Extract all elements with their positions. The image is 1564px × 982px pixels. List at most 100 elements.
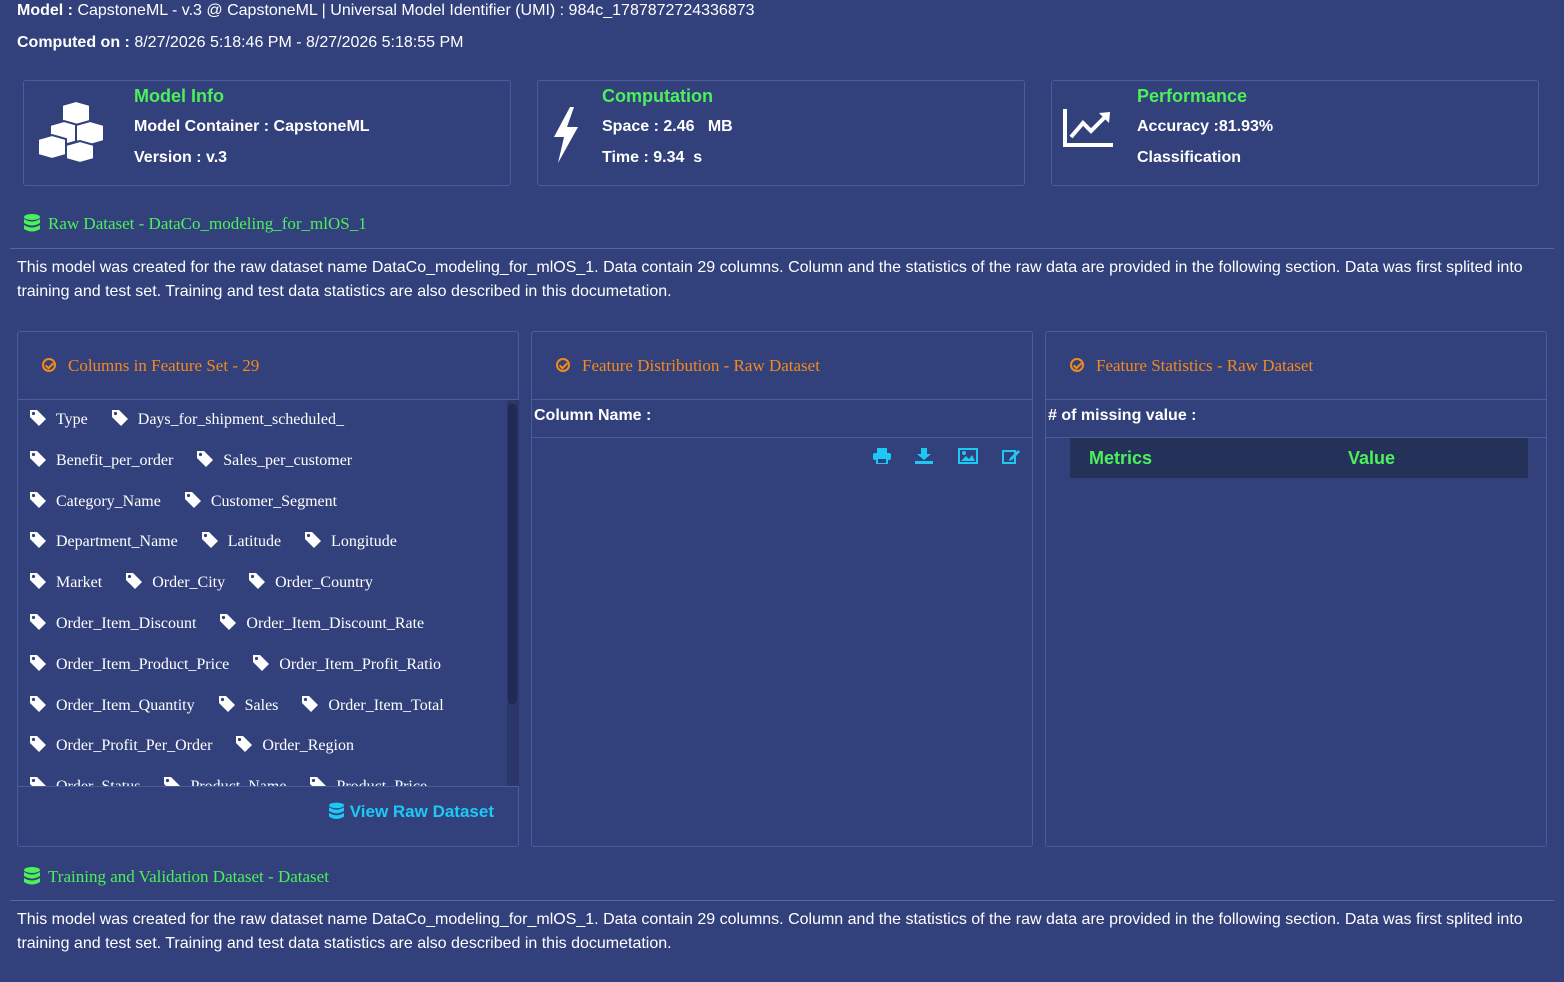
cubes-icon xyxy=(37,101,105,165)
feature-tag[interactable]: Order_Status xyxy=(30,777,140,786)
line-chart-icon xyxy=(1063,109,1113,147)
distribution-panel-header: Feature Distribution - Raw Dataset xyxy=(532,332,1032,400)
statistics-panel-title: Feature Statistics - Raw Dataset xyxy=(1096,356,1314,375)
tag-icon xyxy=(30,573,56,591)
feature-tag[interactable]: Order_Item_Product_Price xyxy=(30,654,230,674)
feature-tag[interactable]: Department_Name xyxy=(30,532,178,551)
tag-icon xyxy=(30,614,56,632)
feature-tag-label: Order_Item_Product_Price xyxy=(56,655,230,673)
feature-tag[interactable]: Product_Price xyxy=(310,777,427,786)
feature-tag[interactable]: Benefit_per_order xyxy=(30,450,173,470)
edit-icon[interactable] xyxy=(1002,448,1020,469)
distribution-panel: Feature Distribution - Raw Dataset Colum… xyxy=(531,331,1033,847)
feature-tag-label: Order_Status xyxy=(56,778,140,786)
tag-row: Order_Item_Discount Order_Item_Discount_R… xyxy=(30,614,448,633)
feature-tag-label: Market xyxy=(56,574,103,592)
value-column-header: Value xyxy=(1348,448,1396,468)
training-dataset-description: This model was created for the raw datas… xyxy=(17,911,1523,952)
feature-tag-label: Category_Name xyxy=(56,492,161,510)
feature-tag[interactable]: Category_Name xyxy=(30,491,161,511)
view-raw-dataset-button[interactable]: View Raw Dataset xyxy=(328,802,494,822)
tag-icon xyxy=(30,777,56,786)
feature-tag[interactable]: Order_Item_Profit_Ratio xyxy=(253,654,442,674)
feature-tag-label: Days_for_shipment_scheduled_ xyxy=(137,411,344,428)
feature-tag[interactable]: Order_Item_Quantity xyxy=(30,695,195,715)
training-dataset-title-text: Training and Validation Dataset - Datase… xyxy=(48,867,329,886)
feature-tag[interactable]: Latitude xyxy=(201,532,282,551)
feature-tag-label: Product_Price xyxy=(336,778,427,786)
tag-icon xyxy=(30,654,56,673)
tag-icon xyxy=(111,410,138,428)
tag-icon xyxy=(30,491,56,510)
model-info-title: Model Info xyxy=(134,86,224,106)
tag-icon xyxy=(30,532,56,550)
feature-tag-label: Order_Item_Profit_Ratio xyxy=(279,655,442,673)
scrollbar-thumb[interactable] xyxy=(508,404,517,704)
feature-tag[interactable]: Customer_Segment xyxy=(184,491,338,511)
tag-icon xyxy=(302,695,328,714)
feature-tag-label: Order_Region xyxy=(262,737,354,755)
version-text: Version : v.3 xyxy=(134,149,228,166)
feature-tag[interactable]: Longitude xyxy=(305,532,397,551)
task-type-text: Classification xyxy=(1137,149,1242,166)
tag-row: Order_Item_Quantity Sales Order_Item_Total xyxy=(30,695,468,715)
tag-icon xyxy=(30,450,56,469)
feature-tag-label: Type xyxy=(56,411,88,428)
tag-row: Type Days_for_shipment_scheduled_ xyxy=(30,410,368,429)
computed-label: Computed on : xyxy=(17,34,130,51)
feature-tag[interactable]: Type xyxy=(30,410,88,429)
feature-tag[interactable]: Order_Region xyxy=(236,736,354,755)
model-container-text: Model Container : CapstoneML xyxy=(134,118,370,135)
feature-tag[interactable]: Sales xyxy=(218,695,279,715)
feature-tag[interactable]: Order_Item_Total xyxy=(302,695,444,715)
metrics-table-header: Metrics Value xyxy=(1070,438,1528,478)
feature-tag[interactable]: Order_Country xyxy=(249,573,373,592)
feature-tag[interactable]: Order_Item_Discount xyxy=(30,614,196,633)
statistics-panel-header: Feature Statistics - Raw Dataset xyxy=(1046,332,1546,400)
tag-icon xyxy=(184,491,211,510)
feature-tag-label: Sales xyxy=(244,696,279,714)
columns-panel-header: Columns in Feature Set - 29 xyxy=(18,332,518,400)
feature-tag[interactable]: Order_Item_Discount_Rate xyxy=(220,614,424,633)
raw-dataset-title: Raw Dataset - DataCo_modeling_for_mlOS_1 xyxy=(24,214,367,234)
feature-tag[interactable]: Product_Name xyxy=(164,777,286,786)
tag-icon xyxy=(30,736,56,754)
image-icon[interactable] xyxy=(957,448,978,469)
feature-tag[interactable]: Order_Profit_Per_Order xyxy=(30,736,212,755)
model-label: Model : xyxy=(17,2,73,19)
tag-icon xyxy=(30,410,56,428)
tag-icon xyxy=(197,450,223,469)
print-icon[interactable] xyxy=(872,448,891,469)
feature-tag[interactable]: Order_City xyxy=(126,573,225,592)
tag-row: Order_Item_Product_Price Order_Item_Profi… xyxy=(30,654,465,674)
columns-panel: Columns in Feature Set - 29 Type Days_for… xyxy=(17,331,519,847)
feature-tag-label: Sales_per_customer xyxy=(223,451,353,469)
tag-row: Market Order_City Order_Country xyxy=(30,573,397,592)
tag-icon xyxy=(126,573,152,591)
raw-dataset-description: This model was created for the raw datas… xyxy=(17,259,1523,300)
tag-row: Department_Name Latitude Longitude xyxy=(30,532,421,551)
feature-tag[interactable]: Days_for_shipment_scheduled_ xyxy=(111,410,344,429)
tag-row: Order_Profit_Per_Order Order_Region xyxy=(30,736,378,755)
download-icon[interactable] xyxy=(915,448,934,469)
statistics-panel: Feature Statistics - Raw Dataset # of mi… xyxy=(1045,331,1547,847)
feature-tag-list[interactable]: Type Days_for_shipment_scheduled_ Benefit_… xyxy=(18,400,506,786)
feature-tag-label: Order_Item_Discount xyxy=(56,615,197,632)
feature-tag-label: Latitude xyxy=(227,533,282,551)
feature-tag-label: Order_Item_Total xyxy=(328,696,444,714)
feature-tag-label: Order_Country xyxy=(275,574,373,592)
feature-tag[interactable]: Market xyxy=(30,573,102,592)
feature-tag[interactable]: Sales_per_customer xyxy=(197,450,353,470)
tag-row: Category_Name Customer_Segment xyxy=(30,491,361,511)
check-circle-icon xyxy=(556,358,570,372)
feature-tag-label: Longitude xyxy=(331,533,397,551)
tag-icon xyxy=(30,695,56,714)
tag-icon xyxy=(201,532,228,550)
time-text: Time : 9.34 s xyxy=(602,149,703,166)
model-value: CapstoneML - v.3 @ CapstoneML | Universa… xyxy=(77,2,755,19)
column-name-label: Column Name : xyxy=(532,400,1032,438)
tag-icon xyxy=(253,654,279,673)
computed-value: 8/27/2026 5:18:46 PM - 8/27/2026 5:18:55… xyxy=(134,34,464,51)
view-raw-dataset-label: View Raw Dataset xyxy=(349,802,494,821)
feature-tag-label: Customer_Segment xyxy=(210,492,338,510)
